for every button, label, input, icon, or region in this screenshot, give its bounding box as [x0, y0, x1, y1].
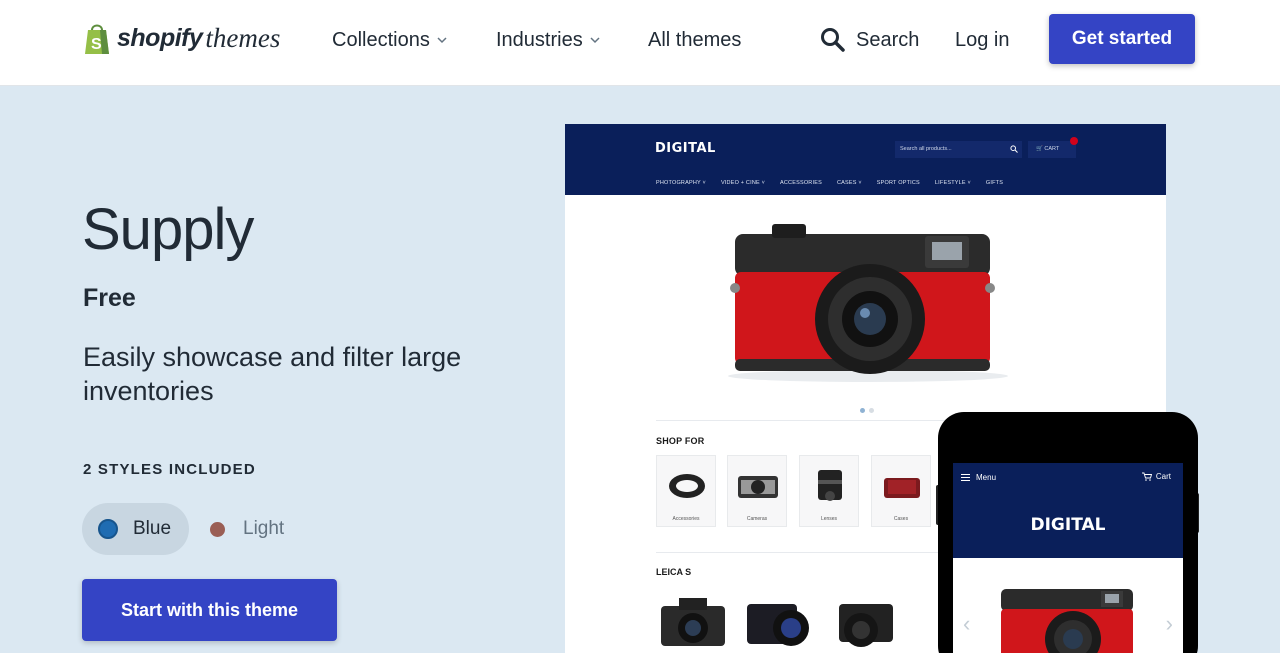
preview-shop-for-heading: SHOP FOR [656, 436, 705, 446]
preview-menu-item: LIFESTYLE ˅ [934, 180, 971, 186]
preview-category-label: Cameras [746, 516, 768, 522]
product-camera-image [661, 598, 725, 646]
chevron-right-icon: › [1165, 611, 1173, 636]
start-with-theme-button[interactable]: Start with this theme [82, 579, 337, 641]
cart-icon: 🛒 [1036, 146, 1043, 152]
cart-icon [1141, 472, 1152, 481]
theme-tagline: Easily showcase and filter large invento… [83, 342, 462, 406]
shopify-bag-icon: S [85, 24, 109, 54]
preview-store-menu: PHOTOGRAPHY ˅ VIDEO + CINE ˅ ACCESSORIES… [656, 180, 1003, 186]
preview-search-box: Search all products... [895, 141, 1022, 158]
mobile-menu-button: Menu [961, 473, 996, 482]
nav-search[interactable]: Search [820, 26, 919, 54]
chevron-down-icon [437, 37, 447, 44]
theme-price: Free [83, 284, 136, 312]
preview-menu-item: VIDEO + CINE ˅ [720, 180, 766, 186]
mobile-cart-label: Cart [1155, 472, 1171, 481]
preview-menu-item: PHOTOGRAPHY ˅ [656, 180, 706, 186]
mobile-hero-camera-image [1001, 589, 1133, 653]
search-icon [1010, 145, 1018, 153]
preview-hero-camera-image [728, 224, 1008, 382]
slider-dot [869, 408, 874, 413]
shopify-themes-logo[interactable]: S shopify themes [82, 18, 280, 58]
camera-case-icon [884, 478, 920, 498]
styles-included-label: 2 STYLES INCLUDED [83, 461, 256, 478]
preview-category-card: Accessories [656, 455, 716, 527]
preview-search-placeholder: Search all products... [900, 146, 952, 152]
hamburger-icon [961, 474, 970, 481]
camera-icon [738, 476, 778, 498]
get-started-button[interactable]: Get started [1049, 14, 1195, 64]
site-header: S shopify themes Collections Industries … [0, 0, 1280, 86]
preview-cart: 🛒 CART [1028, 141, 1076, 158]
logo-brand-text: shopify [117, 23, 203, 52]
preview-menu-item: CASES ˅ [836, 180, 862, 186]
logo-suffix-text: themes [205, 22, 281, 53]
preview-category-label: Accessories [672, 516, 700, 522]
nav-industries[interactable]: Industries [496, 26, 600, 54]
style-option-blue[interactable]: Blue [82, 503, 189, 555]
style-swatch-light [210, 521, 225, 537]
style-swatch-blue [98, 519, 118, 539]
preview-store-logo: DIGITAL [655, 141, 716, 156]
preview-cart-badge [1070, 137, 1078, 145]
chevron-down-icon [590, 37, 600, 44]
svg-text:S: S [91, 36, 102, 53]
mobile-store-logo: DIGITAL [1030, 515, 1106, 535]
lens-icon [818, 470, 842, 501]
preview-category-card: Cameras [727, 455, 787, 527]
product-camera-image [747, 604, 809, 646]
preview-menu-item: SPORT OPTICS [876, 180, 920, 186]
nav-collections-label: Collections [332, 28, 430, 51]
style-option-label: Light [243, 518, 285, 539]
preview-menu-item: GIFTS [985, 180, 1004, 186]
nav-search-label: Search [856, 28, 920, 51]
preview-category-label: Cases [893, 516, 909, 522]
nav-login[interactable]: Log in [955, 26, 1010, 54]
product-camera-image [839, 604, 893, 647]
nav-collections[interactable]: Collections [332, 26, 447, 54]
theme-title: Supply [82, 197, 254, 262]
nav-industries-label: Industries [496, 28, 583, 51]
preview-collection-heading: LEICA S [656, 567, 692, 577]
preview-slider-dots [860, 408, 874, 413]
slider-dot [860, 408, 865, 413]
lens-ring-icon [669, 474, 705, 498]
preview-category-card: Lenses [799, 455, 859, 527]
nav-all-themes[interactable]: All themes [648, 26, 741, 54]
style-option-label: Blue [133, 518, 172, 539]
preview-category-label: Lenses [820, 516, 838, 522]
search-icon [821, 28, 845, 52]
mobile-menu-label: Menu [976, 473, 997, 482]
preview-category-card: Cases [871, 455, 931, 527]
style-option-light[interactable]: Light [210, 503, 284, 555]
mobile-theme-preview: Menu Cart DIGITAL ‹ › [953, 463, 1183, 653]
preview-cart-label: CART [1044, 146, 1060, 152]
preview-menu-item: ACCESSORIES [780, 180, 822, 186]
mobile-cart: Cart [1141, 472, 1171, 481]
chevron-left-icon: ‹ [963, 611, 971, 636]
